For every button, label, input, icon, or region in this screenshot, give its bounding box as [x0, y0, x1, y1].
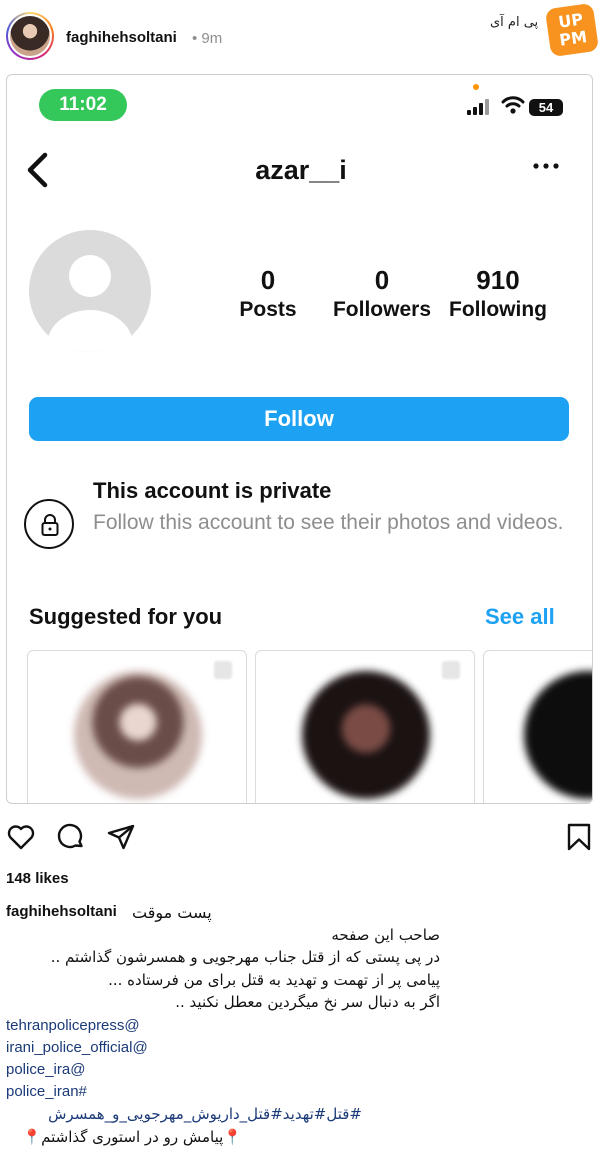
- stat-value: 910: [476, 265, 520, 295]
- brand-logo: UP PM: [544, 2, 600, 58]
- stat-label: Posts: [239, 298, 297, 321]
- lock-icon: [41, 514, 59, 536]
- suggested-avatar: [524, 671, 592, 799]
- caption-line: پیامی پر از تهمت و تهدید به قتل برای من …: [108, 971, 440, 989]
- caption-line: در پی پستی که از قتل جناب مهرجویی و همسر…: [50, 948, 440, 966]
- stat-label: Followers: [332, 298, 432, 321]
- bookmark-icon[interactable]: [564, 822, 594, 852]
- profile-username: azar__i: [255, 155, 347, 185]
- caption-first-line: پست موقت: [132, 903, 212, 922]
- stat-following[interactable]: 910 Following: [443, 265, 553, 325]
- suggested-card[interactable]: [483, 650, 592, 803]
- profile-screenshot: 11:02 54 azar__i 0 Posts 0 Followers 910…: [6, 74, 593, 804]
- dismiss-icon[interactable]: [214, 661, 232, 679]
- brand-watermark-text: پی ام آی: [490, 15, 539, 30]
- post-username[interactable]: faghihehsoltani: [66, 29, 177, 46]
- caption-line: اگر به دنبال سر نخ میگردین معطل نکنید ..: [175, 993, 440, 1011]
- hashtag-link[interactable]: police_iran#: [6, 1083, 87, 1100]
- placeholder-body: [47, 310, 133, 352]
- hashtag-links[interactable]: #قتل#تهدید#قتل_داریوش_مهرجویی_و_همسرش: [6, 1105, 362, 1123]
- follow-button[interactable]: Follow: [29, 397, 569, 441]
- more-options-icon[interactable]: [531, 161, 561, 171]
- comment-icon[interactable]: [56, 822, 86, 852]
- cellular-signal-icon: [467, 99, 491, 115]
- share-icon[interactable]: [106, 822, 136, 852]
- caption-last-line: 📍پیامش رو در استوری گذاشتم📍: [22, 1128, 242, 1146]
- mention-link[interactable]: tehranpolicepress@: [6, 1017, 140, 1034]
- stat-followers[interactable]: 0 Followers: [327, 265, 437, 325]
- avatar-inner: [8, 14, 52, 58]
- author-avatar[interactable]: [6, 12, 54, 60]
- suggested-avatar: [74, 671, 202, 799]
- mention-link[interactable]: police_ira@: [6, 1061, 85, 1078]
- mention-link[interactable]: irani_police_official@: [6, 1039, 148, 1056]
- stat-value: 0: [260, 265, 276, 295]
- suggested-heading: Suggested for you: [29, 604, 223, 629]
- suggested-card[interactable]: [27, 650, 247, 803]
- profile-picture-placeholder: [29, 230, 151, 352]
- battery-indicator: 54: [529, 99, 563, 116]
- heart-icon[interactable]: [6, 822, 36, 852]
- likes-count[interactable]: 148 likes: [6, 870, 69, 887]
- back-chevron-icon[interactable]: [23, 150, 51, 190]
- suggested-card[interactable]: [255, 650, 475, 803]
- private-account-title: This account is private: [93, 478, 332, 503]
- caption-line: صاحب این صفحه: [331, 926, 440, 944]
- caption-username[interactable]: faghihehsoltani: [6, 903, 117, 920]
- suggested-avatar: [302, 671, 430, 799]
- stat-value: 0: [374, 265, 390, 295]
- see-all-link[interactable]: See all: [485, 604, 555, 630]
- avatar-image: [10, 16, 50, 56]
- stat-posts[interactable]: 0 Posts: [228, 265, 308, 325]
- wifi-icon: [501, 96, 525, 114]
- placeholder-head: [69, 255, 111, 297]
- privacy-indicator-dot: [473, 84, 479, 90]
- post-header: faghihehsoltani • 9m پی ام آی UP PM: [0, 0, 600, 72]
- stat-label: Following: [449, 298, 547, 321]
- private-account-description: Follow this account to see their photos …: [93, 511, 564, 534]
- lock-badge: [24, 499, 74, 549]
- status-time: 11:02: [39, 89, 127, 121]
- post-time: • 9m: [192, 30, 223, 47]
- dismiss-icon[interactable]: [442, 661, 460, 679]
